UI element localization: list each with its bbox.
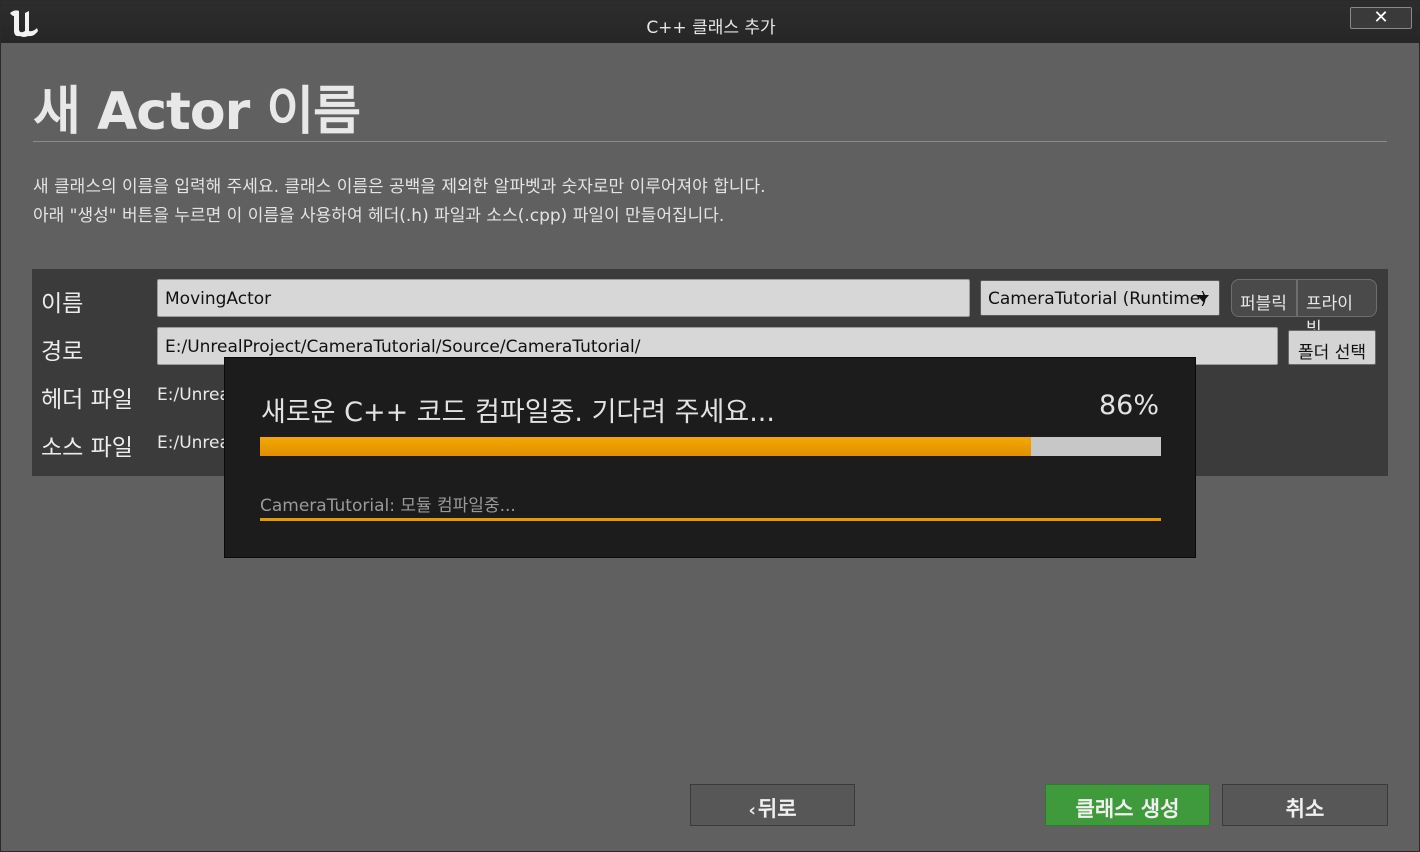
cancel-button[interactable]: 취소 bbox=[1222, 784, 1388, 826]
back-arrow-icon: ‹ bbox=[748, 800, 756, 821]
window-title: C++ 클래스 추가 bbox=[646, 18, 776, 38]
description-line-2: 아래 "생성" 버튼을 누르면 이 이름을 사용하여 헤더(.h) 파일과 소스… bbox=[33, 206, 725, 226]
header-file-path: E:/Unrea bbox=[157, 385, 230, 405]
path-label: 경로 bbox=[41, 339, 84, 365]
module-dropdown-value: CameraTutorial (Runtime) bbox=[988, 289, 1207, 309]
compile-progress-dialog: 새로운 C++ 코드 컴파일중. 기다려 주세요... 86% CameraTu… bbox=[224, 357, 1196, 558]
name-label: 이름 bbox=[41, 291, 84, 317]
progress-bar bbox=[260, 437, 1161, 456]
visibility-public-label: 퍼블릭 bbox=[1240, 294, 1287, 314]
visibility-public-toggle[interactable]: 퍼블릭 bbox=[1231, 279, 1297, 317]
back-button[interactable]: ‹뒤로 bbox=[690, 784, 855, 826]
progress-status: CameraTutorial: 모듈 컴파일중... bbox=[260, 496, 516, 516]
create-class-button[interactable]: 클래스 생성 bbox=[1045, 784, 1210, 826]
class-name-input[interactable]: MovingActor bbox=[157, 279, 970, 317]
progress-title: 새로운 C++ 코드 컴파일중. 기다려 주세요... bbox=[261, 397, 775, 428]
visibility-private-toggle[interactable]: 프라이빗 bbox=[1297, 279, 1377, 339]
header-file-label: 헤더 파일 bbox=[41, 387, 133, 413]
source-file-path: E:/Unrea bbox=[157, 433, 230, 453]
page-title: 새 Actor 이름 bbox=[33, 82, 361, 142]
title-bar[interactable]: C++ 클래스 추가 ✕ bbox=[1, 1, 1420, 43]
create-class-button-label: 클래스 생성 bbox=[1075, 797, 1180, 821]
add-cpp-class-window: C++ 클래스 추가 ✕ 새 Actor 이름 새 클래스의 이름을 입력해 주… bbox=[0, 0, 1420, 852]
chevron-down-icon bbox=[1197, 295, 1209, 302]
close-button[interactable]: ✕ bbox=[1350, 7, 1412, 29]
progress-bar-fill bbox=[260, 437, 1032, 456]
close-icon: ✕ bbox=[1373, 7, 1389, 28]
progress-percent: 86% bbox=[1098, 390, 1159, 421]
back-button-label: 뒤로 bbox=[757, 797, 797, 821]
title-divider bbox=[33, 141, 1387, 142]
cancel-button-label: 취소 bbox=[1285, 797, 1325, 821]
module-dropdown[interactable]: CameraTutorial (Runtime) bbox=[980, 280, 1220, 316]
progress-status-underline bbox=[260, 518, 1161, 521]
choose-folder-button[interactable]: 폴더 선택 bbox=[1288, 330, 1376, 365]
source-file-label: 소스 파일 bbox=[41, 435, 133, 461]
description-line-1: 새 클래스의 이름을 입력해 주세요. 클래스 이름은 공백을 제외한 알파벳과… bbox=[33, 177, 766, 197]
